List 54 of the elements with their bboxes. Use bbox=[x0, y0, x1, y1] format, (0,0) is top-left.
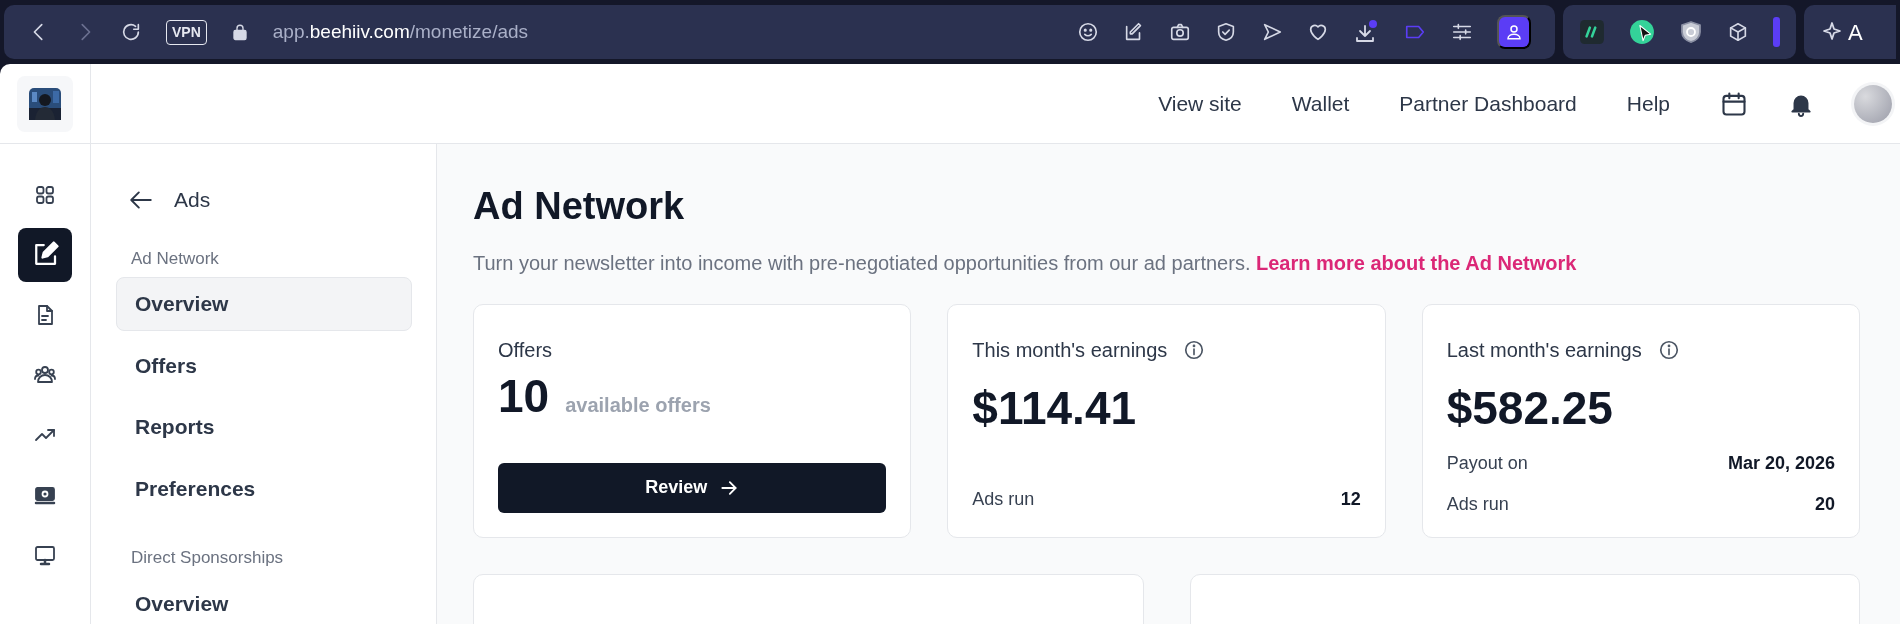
review-button[interactable]: Review bbox=[498, 462, 887, 513]
row-label: Payout on bbox=[1446, 451, 1528, 475]
nav-link[interactable]: Wallet bbox=[1291, 87, 1350, 120]
vpn-badge[interactable]: VPN bbox=[166, 19, 207, 45]
calendar-icon[interactable] bbox=[1720, 89, 1748, 118]
page-title: Ad Network bbox=[473, 184, 686, 229]
logo-tile[interactable] bbox=[17, 75, 73, 132]
extension-label[interactable]: A bbox=[1848, 15, 1863, 49]
shield-icon[interactable] bbox=[1215, 21, 1237, 43]
nav-link[interactable]: View site bbox=[1158, 87, 1242, 120]
row-value: 12 bbox=[1340, 487, 1361, 511]
back-link[interactable]: Ads bbox=[174, 184, 211, 216]
nav-link[interactable]: Partner Dashboard bbox=[1399, 87, 1577, 120]
offer-count: 10 bbox=[498, 368, 550, 424]
info-icon[interactable] bbox=[1183, 338, 1206, 361]
card-title: Offers bbox=[498, 337, 553, 363]
rail-button[interactable] bbox=[18, 228, 72, 282]
menu-item[interactable]: Offers bbox=[116, 338, 412, 392]
row-value: 20 bbox=[1814, 492, 1835, 516]
section-heading: Ad Network bbox=[131, 247, 220, 270]
info-icon[interactable] bbox=[1657, 338, 1680, 361]
earnings-amount: $582.25 bbox=[1446, 380, 1614, 436]
row-label: Ads run bbox=[972, 487, 1035, 511]
cube-icon[interactable] bbox=[1727, 21, 1749, 43]
menu-item[interactable]: Overview bbox=[116, 277, 412, 331]
menu-item[interactable]: Overview bbox=[116, 576, 412, 624]
lock-icon bbox=[230, 22, 249, 42]
dashboard-icon bbox=[33, 183, 57, 207]
menu-item[interactable]: Preferences bbox=[116, 461, 412, 515]
monitor-icon bbox=[33, 543, 57, 567]
person-icon bbox=[1505, 22, 1523, 42]
shield-icon[interactable] bbox=[1679, 19, 1703, 45]
row-label: Ads run bbox=[1446, 492, 1509, 516]
nav-link[interactable]: Help bbox=[1626, 87, 1670, 120]
card-title: Last month's earnings bbox=[1446, 337, 1642, 363]
offer-count-label: available offers bbox=[565, 392, 711, 417]
earnings-amount: $114.41 bbox=[972, 380, 1138, 436]
profile-button[interactable] bbox=[1497, 15, 1531, 49]
cursor-icon[interactable] bbox=[1629, 19, 1655, 45]
download-icon[interactable] bbox=[1353, 20, 1379, 44]
extension-icon[interactable] bbox=[1579, 19, 1605, 45]
menu-item[interactable]: Reports bbox=[116, 400, 412, 454]
tab-indicator bbox=[1773, 17, 1780, 47]
camera-icon[interactable] bbox=[1169, 21, 1191, 43]
address-bar[interactable]: app.beehiiv.com/monetize/ads bbox=[272, 17, 1053, 47]
section-heading: Direct Sponsorships bbox=[131, 547, 285, 569]
send-icon[interactable] bbox=[1261, 21, 1283, 43]
learn-more-link[interactable]: Learn more about the Ad Network bbox=[1256, 251, 1577, 274]
card-title: This month's earnings bbox=[972, 337, 1168, 363]
page-description: Turn your newsletter into income with pre-negotiated opportunities from our ad partners. Learn more about the Ad Network bbox=[473, 250, 1578, 276]
reload-icon[interactable] bbox=[120, 21, 142, 43]
sliders-icon[interactable] bbox=[1451, 21, 1473, 43]
smiley-icon[interactable] bbox=[1077, 21, 1099, 43]
row-value: Mar 20, 2026 bbox=[1727, 451, 1835, 475]
